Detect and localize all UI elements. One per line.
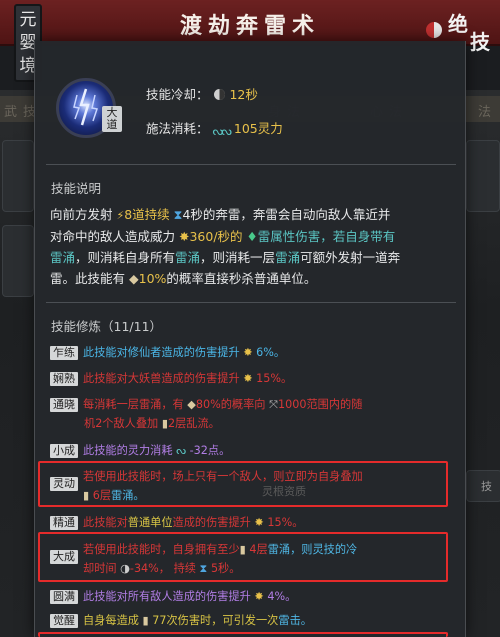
cost-label: 施法消耗： bbox=[146, 121, 209, 136]
mod-tag: 通晓 bbox=[50, 398, 78, 412]
mod-row: 大成若使用此技能时，自身拥有至少▮ 4层雷涌，则灵技的冷 却时间 ◑-34%， 持… bbox=[50, 540, 464, 578]
skill-type-badge: 大道 bbox=[102, 106, 122, 132]
mod-tag: 娴熟 bbox=[50, 372, 78, 386]
background-card-right bbox=[466, 140, 500, 212]
mod-row: 圆满 此技能对所有敌人造成的伤害提升 ✸ 4%。 bbox=[50, 587, 464, 606]
cooldown-label: 技能冷却： bbox=[146, 87, 209, 102]
mod-tag: 大成 bbox=[50, 550, 78, 564]
mods-heading: 技能修炼（11/11） bbox=[51, 319, 163, 334]
thunder-element-icon: ♦ bbox=[246, 229, 258, 244]
desc-line-2: 对命中的敌人造成威力 ✸360/秒的 ♦雷属性伤害，若自身带有 bbox=[50, 229, 396, 244]
cost-stat: 施法消耗： ᔓᔓ 105灵力 bbox=[146, 118, 283, 138]
mod-tag: 灵动 bbox=[50, 477, 78, 491]
mod-tag: 觉醒 bbox=[50, 614, 78, 628]
mod-row: 精通 此技能对普通单位造成的伤害提升 ✸ 15%。 bbox=[50, 513, 464, 532]
desc-line-4: 雷。此技能有 ◆10%的概率直接秒杀普通单位。 bbox=[50, 271, 317, 286]
background-card-left-2 bbox=[2, 225, 34, 297]
burst-icon: ✸ bbox=[243, 372, 253, 385]
cost-value: 105灵力 bbox=[233, 121, 283, 136]
burst-icon: ✸ bbox=[254, 516, 264, 529]
burst-icon: ✸ bbox=[254, 590, 264, 603]
stack-token-icon: ▮ bbox=[142, 614, 149, 627]
mod-tag: 圆满 bbox=[50, 590, 78, 604]
mod-row: 娴熟 此技能对大妖兽造成的伤害提升 ✸ 15%。 bbox=[50, 369, 464, 388]
logo-char: 绝 bbox=[448, 12, 468, 36]
mod-row: 通晓 每消耗一层雷涌，有 ◆80%的概率向 ⤧1000范围内的随 机2个敌人叠加 … bbox=[50, 395, 464, 433]
stack-token-icon: ▮ bbox=[83, 489, 90, 502]
range-arrows-icon: ⤧ bbox=[269, 398, 279, 411]
cooldown-clock-icon bbox=[213, 89, 225, 100]
spirit-wave-icon: ᔓ bbox=[176, 444, 187, 457]
mod-row: 小成 此技能的灵力消耗 ᔓ -32点。 bbox=[50, 441, 464, 460]
desc-line-3: 雷涌，则消耗自身所有雷涌，则消耗一层雷涌可额外发射一道奔 bbox=[50, 250, 401, 265]
skill-title: 渡劫奔雷术 bbox=[179, 13, 320, 39]
title-bar: 渡劫奔雷术 绝 技 bbox=[0, 0, 500, 54]
background-label: 灵根资质 bbox=[262, 485, 306, 498]
cooldown-value: 12秒 bbox=[229, 87, 258, 102]
logo-char: 技 bbox=[470, 30, 490, 54]
chance-token-icon: ◆ bbox=[129, 271, 139, 286]
divider bbox=[46, 164, 456, 165]
desc-line-1: 向前方发射 ⚡8道持续 ⧗4秒的奔雷，奔雷会自动向敌人靠近并 bbox=[50, 207, 391, 222]
mod-tag: 乍练 bbox=[50, 346, 78, 360]
background-tab-4: 法 bbox=[478, 105, 498, 120]
power-burst-icon: ✸ bbox=[179, 229, 190, 244]
chance-token-icon: ◆ bbox=[187, 398, 196, 411]
spirit-wave-icon: ᔓᔓ bbox=[212, 124, 232, 138]
skill-description: 向前方发射 ⚡8道持续 ⧗4秒的奔雷，奔雷会自动向敌人靠近并 对命中的敌人造成威… bbox=[50, 204, 460, 289]
background-tab-right: 技 bbox=[466, 470, 500, 502]
background-card-left bbox=[2, 140, 34, 212]
description-heading: 技能说明 bbox=[51, 181, 102, 196]
mod-row: 灵动若使用此技能时，场上只有一个敌人，则立即为自身叠加 ▮ 6层雷涌。 bbox=[50, 467, 464, 505]
cooldown-clock-icon: ◑ bbox=[120, 562, 130, 575]
divider bbox=[46, 302, 456, 303]
hourglass-icon: ⧗ bbox=[199, 562, 208, 575]
yin-yang-icon bbox=[426, 22, 442, 38]
mod-row: 觉醒 自身每造成 ▮ 77次伤害时，可引发一次雷击。 bbox=[50, 611, 464, 630]
burst-icon: ✸ bbox=[243, 346, 253, 359]
mod-tag: 小成 bbox=[50, 444, 78, 458]
mod-tag: 精通 bbox=[50, 516, 78, 530]
stack-token-icon: ▮ bbox=[239, 543, 246, 556]
highlight-box bbox=[38, 632, 448, 637]
cooldown-stat: 技能冷却： 12秒 bbox=[146, 84, 258, 103]
background-right-tab-label: 技 bbox=[481, 480, 492, 493]
mod-row: 乍练 此技能对修仙者造成的伤害提升 ✸ 6%。 bbox=[50, 343, 464, 362]
